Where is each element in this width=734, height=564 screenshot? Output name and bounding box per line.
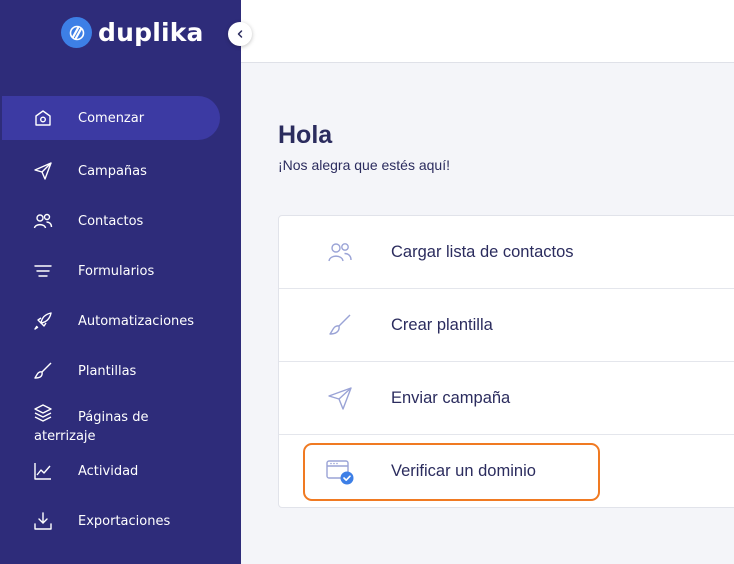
sidebar-item-label: Automatizaciones bbox=[78, 313, 195, 329]
top-bar bbox=[241, 0, 734, 63]
paper-plane-icon bbox=[325, 383, 355, 413]
users-icon bbox=[33, 211, 53, 231]
collapse-sidebar-button[interactable] bbox=[228, 22, 252, 46]
lines-icon bbox=[33, 261, 53, 281]
task-crear-plantilla[interactable]: Crear plantilla bbox=[279, 289, 734, 362]
sidebar-item-label: Campañas bbox=[78, 163, 147, 179]
chevron-left-icon bbox=[237, 30, 243, 38]
task-cargar-lista-de-contactos[interactable]: Cargar lista de contactos bbox=[279, 216, 734, 289]
sidebar-item-label: Contactos bbox=[78, 213, 144, 229]
sidebar-nav: Comenzar Campañas Contactos Formularios … bbox=[0, 96, 241, 546]
chart-icon bbox=[33, 461, 53, 481]
sidebar-item-label: Páginas de aterrizaje bbox=[34, 410, 149, 444]
browser-check-icon bbox=[325, 457, 355, 487]
sidebar-item-automatizaciones[interactable]: Automatizaciones bbox=[0, 296, 241, 346]
task-label: Cargar lista de contactos bbox=[391, 242, 574, 261]
task-label: Enviar campaña bbox=[391, 388, 511, 407]
paper-plane-icon bbox=[33, 161, 53, 181]
users-icon bbox=[325, 237, 355, 267]
sidebar-item-label: Formularios bbox=[78, 263, 155, 279]
sidebar-item-label: Comenzar bbox=[78, 110, 145, 126]
page-subtitle: ¡Nos alegra que estés aquí! bbox=[278, 157, 450, 173]
task-label: Crear plantilla bbox=[391, 315, 493, 334]
sidebar-item-formularios[interactable]: Formularios bbox=[0, 246, 241, 296]
download-icon bbox=[33, 511, 53, 531]
task-enviar-campana[interactable]: Enviar campaña bbox=[279, 362, 734, 435]
sidebar-item-label: Actividad bbox=[78, 463, 139, 479]
brush-icon bbox=[33, 361, 53, 381]
rocket-icon bbox=[33, 311, 53, 331]
sidebar-item-campanas[interactable]: Campañas bbox=[0, 146, 241, 196]
task-verificar-un-dominio[interactable]: Verificar un dominio bbox=[279, 435, 734, 508]
sidebar-item-label: Plantillas bbox=[78, 363, 137, 379]
home-icon bbox=[33, 108, 53, 128]
main-content: Hola ¡Nos alegra que estés aquí! Cargar … bbox=[241, 63, 734, 564]
sidebar-item-plantillas[interactable]: Plantillas bbox=[0, 346, 241, 396]
sidebar: duplika Comenzar Campañas Contactos Form… bbox=[0, 0, 241, 564]
sidebar-item-contactos[interactable]: Contactos bbox=[0, 196, 241, 246]
logo[interactable]: duplika bbox=[61, 17, 204, 48]
sidebar-item-actividad[interactable]: Actividad bbox=[0, 446, 241, 496]
brand-name: duplika bbox=[98, 18, 204, 47]
sidebar-item-exportaciones[interactable]: Exportaciones bbox=[0, 496, 241, 546]
task-label: Verificar un dominio bbox=[391, 462, 536, 480]
sidebar-item-label: Exportaciones bbox=[78, 513, 171, 529]
brush-icon bbox=[325, 310, 355, 340]
sidebar-item-comenzar[interactable]: Comenzar bbox=[2, 96, 220, 140]
onboarding-tasks-card: Cargar lista de contactos Crear plantill… bbox=[278, 215, 734, 508]
page-title: Hola bbox=[278, 121, 333, 149]
logo-area: duplika bbox=[0, 0, 241, 62]
sidebar-item-paginas-de-aterrizaje[interactable]: Páginas de aterrizaje bbox=[0, 396, 241, 446]
logo-mark-icon bbox=[61, 17, 92, 48]
